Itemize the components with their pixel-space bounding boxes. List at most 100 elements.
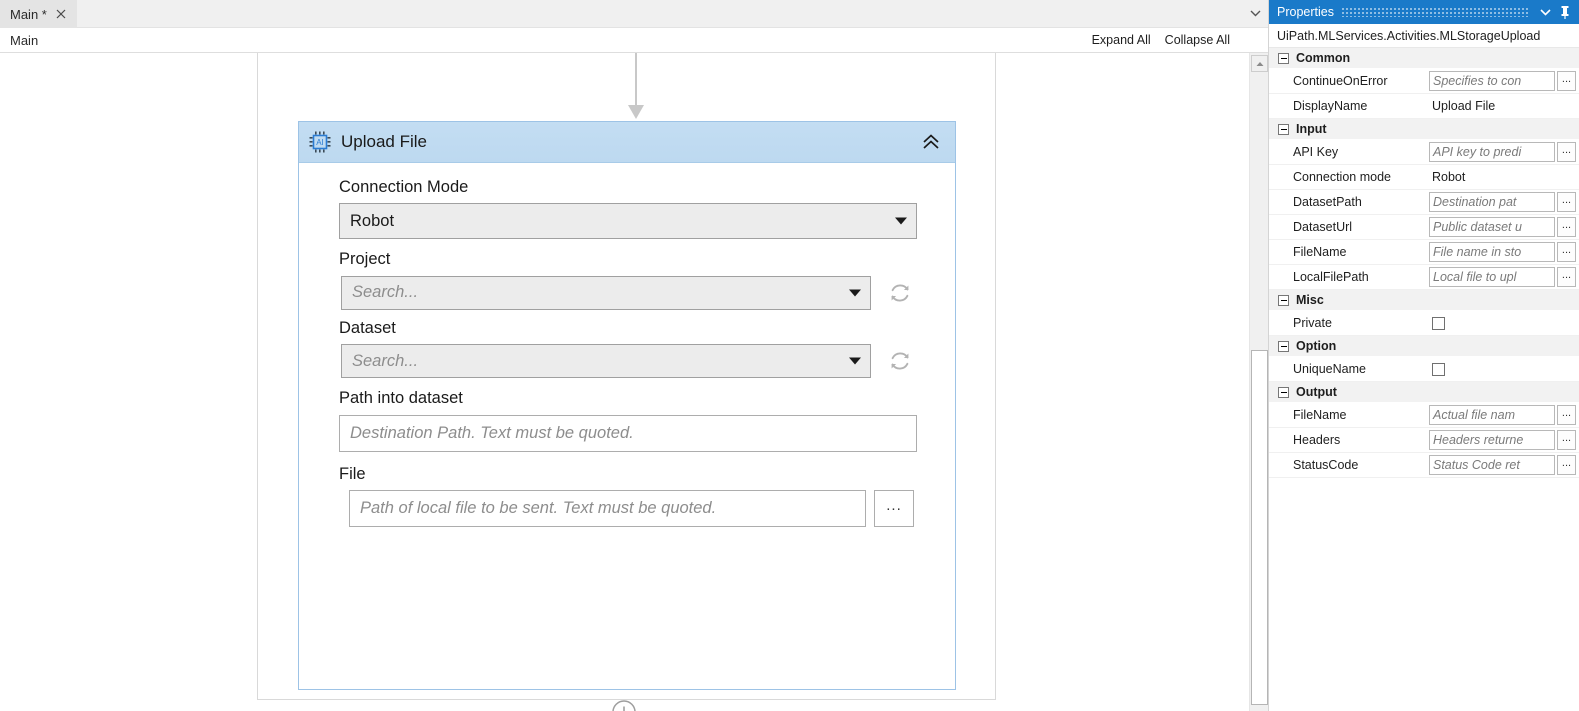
property-category-common[interactable]: Common: [1269, 48, 1579, 69]
properties-title: Properties: [1277, 5, 1334, 19]
datasetpath-ellipsis-button[interactable]: ...: [1557, 192, 1576, 212]
dataset-label: Dataset: [339, 318, 396, 337]
property-row-connection-mode[interactable]: Connection mode Robot: [1269, 165, 1579, 190]
activity-upload-file[interactable]: AI Upload File Connection Mode Robot Pro…: [298, 121, 956, 690]
input-filename-ellipsis-button[interactable]: ...: [1557, 242, 1576, 262]
property-label: ContinueOnError: [1293, 74, 1388, 88]
property-row-displayname[interactable]: DisplayName Upload File: [1269, 94, 1579, 119]
property-value: [1429, 316, 1579, 330]
collapse-all-link[interactable]: Collapse All: [1165, 33, 1230, 47]
refresh-icon[interactable]: [885, 278, 915, 308]
file-path-input[interactable]: Path of local file to be sent. Text must…: [349, 490, 866, 528]
collapse-toggle-icon[interactable]: [1278, 340, 1289, 352]
datasetpath-input[interactable]: Destination pat: [1429, 192, 1555, 212]
project-dropdown[interactable]: Search...: [341, 275, 871, 310]
scrollbar-thumb[interactable]: [1251, 350, 1268, 705]
add-activity-button[interactable]: [610, 698, 638, 711]
dataseturl-input[interactable]: Public dataset u: [1429, 217, 1555, 237]
collapse-toggle-icon[interactable]: [1278, 386, 1289, 398]
close-icon[interactable]: [53, 6, 69, 22]
displayname-value[interactable]: Upload File: [1429, 99, 1495, 113]
property-label: LocalFilePath: [1293, 270, 1369, 284]
collapse-toggle-icon[interactable]: [1278, 52, 1289, 64]
property-row-dataseturl[interactable]: DatasetUrl Public dataset u ...: [1269, 215, 1579, 240]
properties-panel: Properties UiPath.MLServices.Activities.…: [1268, 0, 1579, 711]
dataset-placeholder: Search...: [352, 351, 419, 370]
properties-title-bar: Properties: [1269, 0, 1579, 24]
property-row-uniquename[interactable]: UniqueName: [1269, 357, 1579, 382]
localfilepath-ellipsis-button[interactable]: ...: [1557, 267, 1576, 287]
property-value: Specifies to con ...: [1429, 71, 1579, 91]
output-filename-ellipsis-button[interactable]: ...: [1557, 405, 1576, 425]
property-category-option[interactable]: Option: [1269, 336, 1579, 357]
api-key-ellipsis-button[interactable]: ...: [1557, 142, 1576, 162]
file-browse-button[interactable]: ...: [874, 490, 914, 528]
property-value: Actual file nam ...: [1429, 405, 1579, 425]
chevron-down-icon: [849, 289, 861, 297]
output-filename-input[interactable]: Actual file nam: [1429, 405, 1555, 425]
expand-all-link[interactable]: Expand All: [1092, 33, 1151, 47]
property-value: API key to predi ...: [1429, 142, 1579, 162]
connection-mode-label: Connection Mode: [339, 178, 469, 196]
dataseturl-ellipsis-button[interactable]: ...: [1557, 217, 1576, 237]
property-row-headers[interactable]: Headers Headers returne ...: [1269, 428, 1579, 453]
private-checkbox[interactable]: [1432, 316, 1445, 330]
uniquename-checkbox[interactable]: [1432, 362, 1445, 376]
property-value: Headers returne ...: [1429, 430, 1579, 450]
property-value: Upload File: [1429, 99, 1579, 113]
property-row-api-key[interactable]: API Key API key to predi ...: [1269, 140, 1579, 165]
property-value: [1429, 362, 1579, 376]
localfilepath-input[interactable]: Local file to upl: [1429, 267, 1555, 287]
project-placeholder: Search...: [352, 283, 419, 302]
connection-mode-dropdown[interactable]: Robot: [339, 203, 917, 240]
category-label: Input: [1296, 122, 1327, 136]
headers-input[interactable]: Headers returne: [1429, 430, 1555, 450]
property-row-input-filename[interactable]: FileName File name in sto ...: [1269, 240, 1579, 265]
headers-ellipsis-button[interactable]: ...: [1557, 430, 1576, 450]
dataset-dropdown[interactable]: Search...: [341, 344, 871, 379]
properties-activity-type: UiPath.MLServices.Activities.MLStorageUp…: [1269, 24, 1579, 48]
statuscode-input[interactable]: Status Code ret: [1429, 455, 1555, 475]
collapse-toggle-icon[interactable]: [1278, 123, 1289, 135]
connection-mode-value[interactable]: Robot: [1429, 170, 1465, 184]
chevron-down-icon[interactable]: [1535, 2, 1555, 22]
tab-main[interactable]: Main *: [0, 0, 77, 28]
statuscode-ellipsis-button[interactable]: ...: [1557, 455, 1576, 475]
canvas-vertical-scrollbar[interactable]: [1249, 53, 1268, 711]
property-category-misc[interactable]: Misc: [1269, 290, 1579, 311]
svg-text:AI: AI: [316, 138, 324, 147]
property-value: Robot: [1429, 170, 1579, 184]
api-key-input[interactable]: API key to predi: [1429, 142, 1555, 162]
property-row-datasetpath[interactable]: DatasetPath Destination pat ...: [1269, 190, 1579, 215]
property-row-statuscode[interactable]: StatusCode Status Code ret ...: [1269, 453, 1579, 478]
field-project: Project Search...: [339, 249, 915, 310]
property-value: Local file to upl ...: [1429, 267, 1579, 287]
collapse-toggle-icon[interactable]: [1278, 294, 1289, 306]
refresh-icon[interactable]: [885, 346, 915, 376]
pin-icon[interactable]: [1555, 2, 1575, 22]
property-category-input[interactable]: Input: [1269, 119, 1579, 140]
chevron-down-icon: [895, 217, 907, 225]
double-chevron-up-icon[interactable]: [917, 128, 945, 156]
continueonerror-input[interactable]: Specifies to con: [1429, 71, 1555, 91]
property-category-output[interactable]: Output: [1269, 382, 1579, 403]
activity-header[interactable]: AI Upload File: [299, 122, 955, 163]
breadcrumb[interactable]: Main: [10, 33, 38, 48]
path-into-dataset-placeholder: Destination Path. Text must be quoted.: [350, 423, 634, 442]
continueonerror-ellipsis-button[interactable]: ...: [1557, 71, 1576, 91]
property-label: FileName: [1293, 408, 1347, 422]
workflow-designer-canvas[interactable]: AI Upload File Connection Mode Robot Pro…: [0, 53, 1249, 711]
property-row-continueonerror[interactable]: ContinueOnError Specifies to con ...: [1269, 69, 1579, 94]
category-label: Misc: [1296, 293, 1324, 307]
input-filename-input[interactable]: File name in sto: [1429, 242, 1555, 262]
category-label: Output: [1296, 385, 1337, 399]
property-row-localfilepath[interactable]: LocalFilePath Local file to upl ...: [1269, 265, 1579, 290]
path-into-dataset-input[interactable]: Destination Path. Text must be quoted.: [339, 414, 917, 452]
property-row-private[interactable]: Private: [1269, 311, 1579, 336]
property-row-output-filename[interactable]: FileName Actual file nam ...: [1269, 403, 1579, 428]
ai-chip-icon: AI: [307, 129, 333, 155]
property-value: File name in sto ...: [1429, 242, 1579, 262]
property-label: StatusCode: [1293, 458, 1359, 472]
scroll-up-arrow-icon[interactable]: [1251, 55, 1268, 72]
chevron-down-icon[interactable]: [1242, 0, 1268, 27]
